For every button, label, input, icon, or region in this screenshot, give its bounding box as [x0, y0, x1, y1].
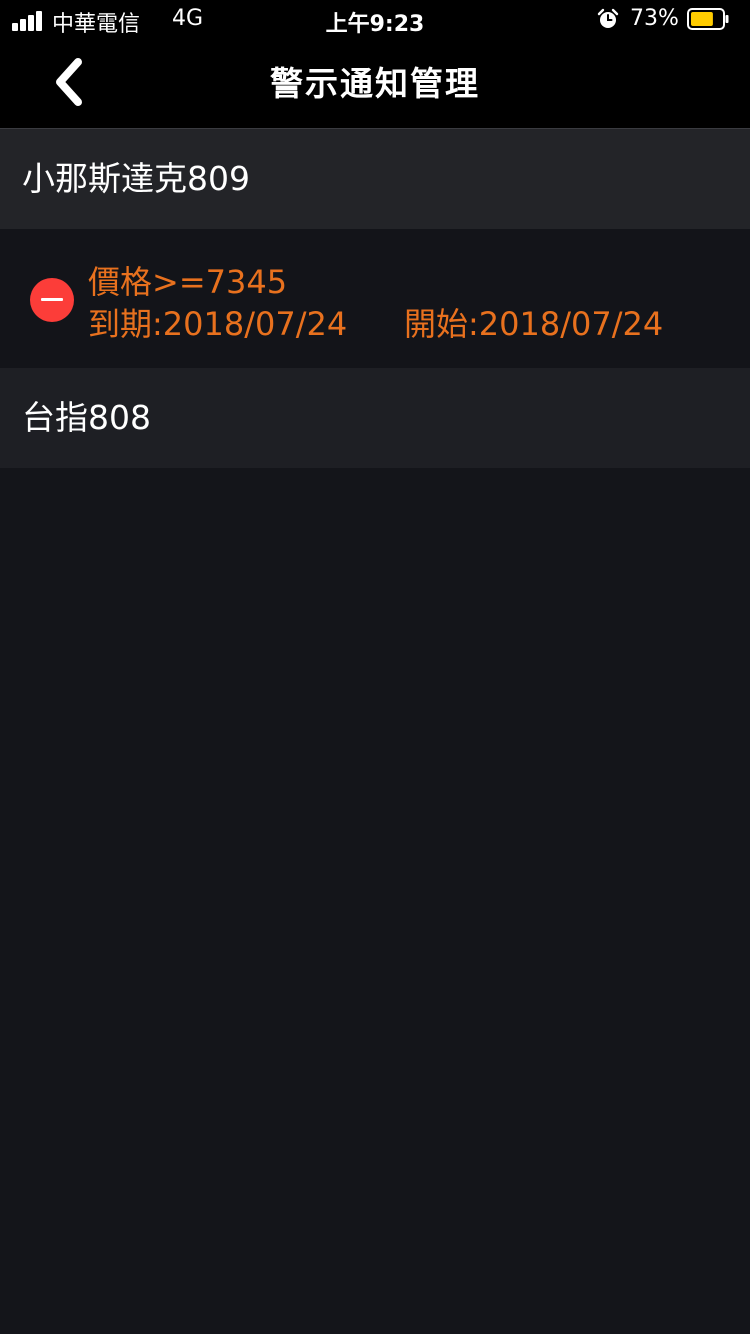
group-label: 台指808: [22, 398, 151, 437]
group-row-taiex[interactable]: 台指808: [0, 368, 750, 468]
alarm-icon: [597, 8, 619, 28]
status-bar: 中華電信 4G 上午9:23 73%: [0, 0, 750, 40]
battery-percent: 73%: [630, 6, 679, 31]
battery-icon: [687, 8, 729, 30]
alert-start-date: 開始:2018/07/24: [404, 305, 664, 343]
delete-alert-button[interactable]: [30, 278, 74, 322]
screen: 中華電信 4G 上午9:23 73% 警示通知管理 小那斯達克809 價格>=7…: [0, 0, 750, 1334]
alert-row: 價格>=7345 到期:2018/07/24 開始:2018/07/24: [0, 229, 750, 368]
alert-expiry-date: 到期:2018/07/24: [88, 305, 348, 343]
chevron-left-icon: [56, 58, 82, 106]
alert-condition: 價格>=7345: [88, 263, 288, 301]
group-row-nasdaq[interactable]: 小那斯達克809: [0, 129, 750, 229]
page-title: 警示通知管理: [270, 64, 480, 103]
back-button[interactable]: [44, 54, 100, 110]
group-label: 小那斯達克809: [22, 159, 250, 198]
nav-bar: 警示通知管理: [0, 40, 750, 129]
